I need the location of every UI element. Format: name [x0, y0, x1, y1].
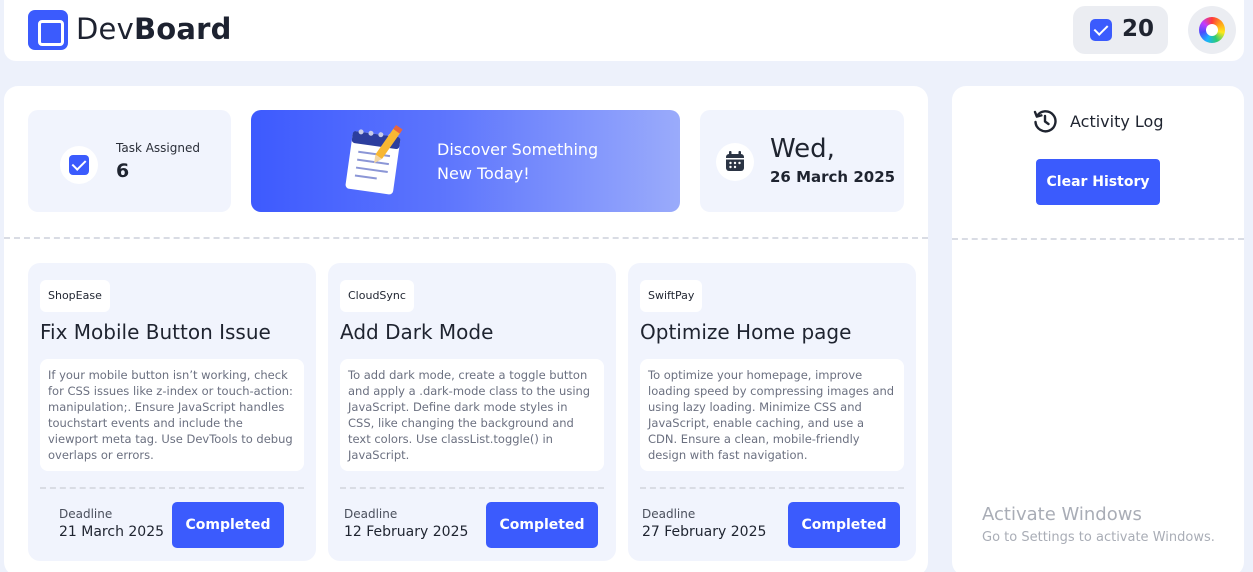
task-title: Optimize Home page [640, 320, 852, 344]
activity-log-panel: Activity Log Clear History [952, 86, 1244, 572]
section-divider [4, 237, 928, 239]
task-divider [40, 487, 304, 489]
task-assigned-value: 6 [116, 160, 130, 182]
task-assigned-card: Task Assigned 6 [28, 110, 231, 212]
completed-button[interactable]: Completed [172, 502, 284, 548]
top-header: DevBoard 20 [4, 0, 1244, 61]
main-panel: Task Assigned 6 Discover Something New T… [4, 86, 928, 572]
completed-count: 20 [1122, 16, 1155, 42]
color-wheel-icon [1199, 17, 1225, 43]
date-icon-circle [716, 143, 754, 181]
deadline-label: Deadline [642, 507, 696, 521]
completed-counter-badge[interactable]: 20 [1073, 6, 1168, 54]
project-tag: SwiftPay [640, 280, 703, 312]
date-full: 26 March 2025 [770, 168, 896, 186]
task-divider [640, 487, 904, 489]
discover-line-1: Discover Something [437, 140, 599, 159]
history-icon [1033, 110, 1057, 133]
checkbox-icon [1090, 19, 1112, 41]
task-description: To add dark mode, create a toggle button… [340, 359, 604, 471]
task-assigned-label: Task Assigned [116, 141, 200, 155]
task-assigned-icon-circle [60, 146, 98, 184]
activity-log-title: Activity Log [1070, 112, 1164, 131]
task-description: If your mobile button isn’t working, che… [40, 359, 304, 471]
task-divider [340, 487, 604, 489]
completed-button[interactable]: Completed [788, 502, 900, 548]
project-tag: ShopEase [40, 280, 110, 312]
discover-text: Discover Something New Today! [437, 138, 598, 186]
discover-banner: Discover Something New Today! [251, 110, 680, 212]
brand-bold-text: Board [133, 12, 232, 46]
date-weekday: Wed, [770, 134, 835, 164]
completed-button[interactable]: Completed [486, 502, 598, 548]
task-title: Fix Mobile Button Issue [40, 320, 271, 344]
project-tag: CloudSync [340, 280, 414, 312]
activate-windows-title: Activate Windows [982, 504, 1142, 525]
brand-name[interactable]: DevBoard [76, 12, 232, 46]
brand-light-text: Dev [76, 12, 134, 46]
devboard-logo-icon[interactable] [28, 10, 68, 50]
deadline-label: Deadline [59, 507, 113, 521]
task-card: CloudSync Add Dark Mode To add dark mode… [328, 263, 616, 561]
task-title: Add Dark Mode [340, 320, 494, 344]
notepad-pencil-icon [345, 124, 403, 195]
task-description: To optimize your homepage, improve loadi… [640, 359, 904, 471]
activate-windows-subtitle: Go to Settings to activate Windows. [982, 530, 1215, 545]
calendar-icon [726, 151, 744, 171]
discover-line-2: New Today! [437, 164, 530, 183]
checkbox-icon [69, 155, 89, 175]
task-card: SwiftPay Optimize Home page To optimize … [628, 263, 916, 561]
deadline-date: 27 February 2025 [642, 524, 767, 540]
deadline-date: 12 February 2025 [344, 524, 469, 540]
task-card: ShopEase Fix Mobile Button Issue If your… [28, 263, 316, 561]
date-card: Wed, 26 March 2025 [700, 110, 904, 212]
avatar[interactable] [1188, 6, 1236, 54]
deadline-date: 21 March 2025 [59, 524, 165, 540]
deadline-label: Deadline [344, 507, 398, 521]
clear-history-button[interactable]: Clear History [1036, 159, 1160, 205]
activity-divider [952, 238, 1244, 240]
